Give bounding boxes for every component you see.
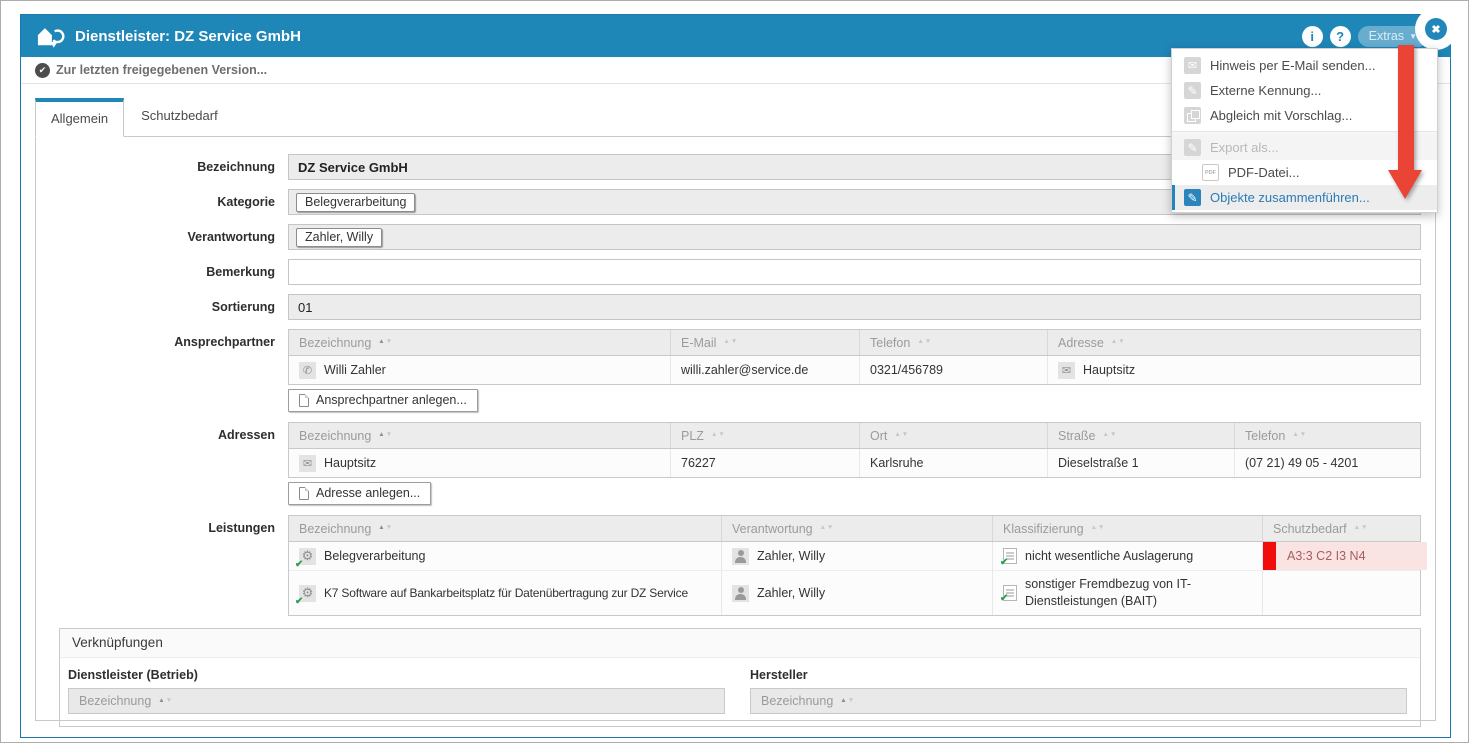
sort-icon: ▲▼: [723, 339, 737, 346]
mail-icon: [1184, 57, 1201, 74]
menu-item-objekte-zusammenfuehren[interactable]: Objekte zusammenführen...: [1172, 185, 1437, 210]
column-header[interactable]: Bezeichnung▲▼: [289, 516, 721, 541]
pdf-icon: [1202, 164, 1219, 181]
sort-icon: ▲▼: [894, 432, 908, 439]
column-header[interactable]: E-Mail▲▼: [670, 330, 859, 355]
extras-menu: Hinweis per E-Mail senden... Externe Ken…: [1171, 48, 1438, 213]
column-header[interactable]: PLZ▲▼: [670, 423, 859, 448]
service-icon: [299, 548, 316, 565]
table-row[interactable]: K7 Software auf Bankarbeitsplatz für Dat…: [289, 571, 1420, 615]
menu-item-export-als: Export als...: [1172, 135, 1437, 160]
extras-button-label: Extras: [1369, 29, 1404, 43]
bemerkung-label: Bemerkung: [36, 259, 288, 285]
column-header[interactable]: Schutzbedarf▲▼: [1262, 516, 1427, 541]
verantwortung-label: Verantwortung: [36, 224, 288, 250]
bemerkung-field[interactable]: [288, 259, 1421, 285]
tab-allgemein[interactable]: Allgemein: [35, 98, 124, 137]
table-row[interactable]: Willi Zahler willi.zahler@service.de 032…: [289, 356, 1420, 384]
verantwortung-chip[interactable]: Zahler, Willy: [296, 228, 382, 247]
close-button-notch: ✖: [1415, 8, 1457, 50]
sort-icon: ▲▼: [1103, 432, 1117, 439]
kategorie-chip[interactable]: Belegverarbeitung: [296, 193, 415, 212]
sort-icon: ▲▼: [378, 432, 392, 439]
classification-icon: [1003, 585, 1017, 601]
sort-icon: ▲▼: [711, 432, 725, 439]
menu-item-externe-kennung[interactable]: Externe Kennung...: [1172, 78, 1437, 103]
approved-check-icon: ✔: [35, 63, 50, 78]
adresse-anlegen-button[interactable]: Adresse anlegen...: [288, 482, 431, 505]
sortierung-field[interactable]: 01: [288, 294, 1421, 320]
verknuepfungen-title: Verknüpfungen: [60, 629, 1420, 658]
sort-icon: ▲▼: [158, 698, 172, 705]
sort-icon: ▲▼: [1354, 525, 1368, 532]
hersteller-table-header[interactable]: Bezeichnung ▲▼: [750, 688, 1407, 714]
merge-icon: [1184, 189, 1201, 206]
menu-item-hinweis-per-email[interactable]: Hinweis per E-Mail senden...: [1172, 53, 1437, 78]
person-icon: [732, 548, 749, 565]
kategorie-label: Kategorie: [36, 189, 288, 215]
table-row[interactable]: Hauptsitz 76227 Karlsruhe Dieselstraße 1…: [289, 449, 1420, 477]
info-icon[interactable]: i: [1302, 26, 1323, 47]
contact-icon: [299, 362, 316, 379]
classification-icon: [1003, 548, 1017, 564]
sort-icon: ▲▼: [378, 525, 392, 532]
sort-icon: ▲▼: [820, 525, 834, 532]
sort-icon: ▲▼: [1111, 339, 1125, 346]
column-header[interactable]: Verantwortung▲▼: [721, 516, 992, 541]
sortierung-label: Sortierung: [36, 294, 288, 320]
service-icon: [299, 585, 316, 602]
column-header[interactable]: Telefon▲▼: [859, 330, 1047, 355]
close-icon[interactable]: ✖: [1425, 18, 1447, 40]
verknuepfungen-section: Verknüpfungen Dienstleister (Betrieb) Be…: [59, 628, 1421, 727]
column-header[interactable]: Bezeichnung▲▼: [289, 423, 670, 448]
new-document-icon: [299, 394, 309, 407]
sort-icon: ▲▼: [1292, 432, 1306, 439]
tab-panel-allgemein: Bezeichnung DZ Service GmbH Kategorie Be…: [35, 136, 1436, 721]
verantwortung-field[interactable]: Zahler, Willy: [288, 224, 1421, 250]
table-row[interactable]: Belegverarbeitung Zahler, Willy nicht we…: [289, 542, 1420, 571]
sort-icon: ▲▼: [917, 339, 931, 346]
column-header[interactable]: Adresse▲▼: [1047, 330, 1427, 355]
new-document-icon: [299, 487, 309, 500]
sort-icon: ▲▼: [378, 339, 392, 346]
adressen-label: Adressen: [36, 422, 288, 448]
adressen-table: Bezeichnung▲▼ PLZ▲▼ Ort▲▼ Straße▲▼ Telef…: [288, 422, 1421, 478]
ansprechpartner-table: Bezeichnung▲▼ E-Mail▲▼ Telefon▲▼ Adresse…: [288, 329, 1421, 385]
sort-icon: ▲▼: [840, 698, 854, 705]
last-approved-version-link[interactable]: Zur letzten freigegebenen Version...: [56, 63, 267, 77]
address-icon: [299, 455, 316, 472]
menu-item-pdf-datei[interactable]: PDF-Datei...: [1172, 160, 1437, 185]
help-icon[interactable]: ?: [1330, 26, 1351, 47]
leistungen-table: Bezeichnung▲▼ Verantwortung▲▼ Klassifizi…: [288, 515, 1421, 616]
dienstleister-betrieb-label: Dienstleister (Betrieb): [68, 668, 725, 682]
person-icon: [732, 585, 749, 602]
column-header[interactable]: Klassifizierung▲▼: [992, 516, 1262, 541]
copy-icon: [1184, 107, 1201, 124]
column-header[interactable]: Straße▲▼: [1047, 423, 1234, 448]
sort-icon: ▲▼: [1091, 525, 1105, 532]
schutzbedarf-cell: A3:3 C2 I3 N4: [1262, 542, 1427, 570]
address-icon: [1058, 362, 1075, 379]
edit-icon: [1184, 82, 1201, 99]
tab-schutzbedarf[interactable]: Schutzbedarf: [124, 96, 235, 136]
leistungen-label: Leistungen: [36, 515, 288, 541]
dienstleister-icon: [35, 23, 65, 49]
bezeichnung-label: Bezeichnung: [36, 154, 288, 180]
hersteller-label: Hersteller: [750, 668, 1407, 682]
export-icon: [1184, 139, 1201, 156]
column-header[interactable]: Bezeichnung▲▼: [289, 330, 670, 355]
column-header[interactable]: Telefon▲▼: [1234, 423, 1427, 448]
ansprechpartner-anlegen-button[interactable]: Ansprechpartner anlegen...: [288, 389, 478, 412]
dienstleister-betrieb-table-header[interactable]: Bezeichnung ▲▼: [68, 688, 725, 714]
page-title: Dienstleister: DZ Service GmbH: [75, 28, 301, 45]
ansprechpartner-label: Ansprechpartner: [36, 329, 288, 355]
column-header[interactable]: Ort▲▼: [859, 423, 1047, 448]
menu-item-abgleich-mit-vorschlag[interactable]: Abgleich mit Vorschlag...: [1172, 103, 1437, 128]
